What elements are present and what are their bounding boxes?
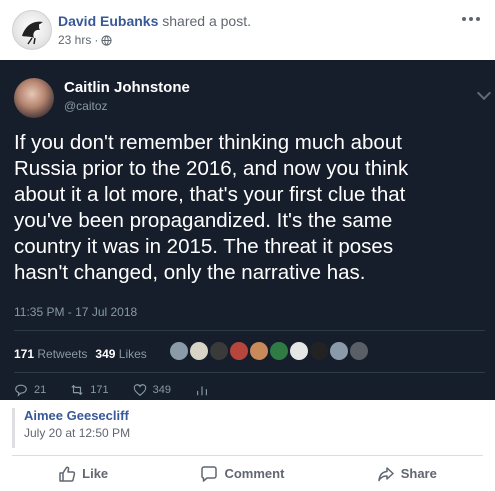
tweet-analytics-action: [195, 383, 209, 397]
liker-avatar: [188, 340, 210, 362]
reply-icon: [15, 384, 27, 397]
more-dots-icon[interactable]: [461, 6, 481, 27]
tweet-reply-action: 21: [14, 383, 46, 397]
thumbs-up-icon: [59, 466, 76, 482]
tweet-retweet-action: 171: [70, 383, 109, 397]
like-count: 349: [152, 384, 171, 396]
tweet-author-handle: @caitoz: [64, 99, 108, 113]
heart-icon: [133, 384, 146, 396]
liker-avatar: [168, 340, 190, 362]
share-button[interactable]: Share: [365, 459, 449, 489]
share-button-label: Share: [400, 466, 437, 481]
tweet-text: If you don't remember thinking much abou…: [14, 131, 409, 284]
post-time[interactable]: 23 hrs: [58, 33, 91, 47]
reply-count: 21: [34, 384, 47, 396]
tweet-image[interactable]: Caitlin Johnstone @caitoz If you don't r…: [0, 60, 495, 400]
liker-avatar: [248, 340, 270, 362]
author-name-link[interactable]: David Eubanks: [58, 13, 158, 29]
author-avatar[interactable]: [12, 10, 52, 50]
retweet-count: 171: [90, 384, 109, 396]
share-arrow-icon: [377, 466, 394, 481]
liker-avatar: [348, 340, 370, 362]
liker-avatar: [308, 340, 330, 362]
meta-separator: ·: [94, 33, 99, 47]
like-button-label: Like: [82, 466, 109, 481]
retweets-stat: 171 Retweets: [14, 347, 88, 361]
source-date-link[interactable]: July 20 at 12:50 PM: [24, 426, 483, 440]
tweet-divider: [14, 330, 485, 331]
post-meta: 23 hrs ·: [58, 33, 112, 47]
post-header: David Eubanks shared a post. 23 hrs ·: [0, 0, 495, 60]
liker-avatar: [328, 340, 350, 362]
post-action-text: shared a post.: [162, 13, 251, 29]
comment-button-label: Comment: [224, 466, 285, 481]
liker-avatar: [268, 340, 290, 362]
post-title-line: David Eubanks shared a post.: [58, 13, 251, 29]
like-button[interactable]: Like: [46, 459, 120, 489]
tweet-engagement-stats: 171 Retweets 349 Likes: [14, 347, 147, 361]
globe-icon[interactable]: [101, 34, 112, 46]
raven-icon: [22, 21, 43, 45]
tweet-like-action: 349: [133, 383, 171, 397]
tweet-actions: 21 171 349: [14, 383, 209, 397]
analytics-icon: [197, 386, 207, 396]
liker-avatar: [228, 340, 250, 362]
tweet-timestamp: 11:35 PM - 17 Jul 2018: [14, 305, 138, 319]
liker-avatar: [288, 340, 310, 362]
source-author-link[interactable]: Aimee Geesecliff: [24, 408, 483, 423]
chevron-down-icon: [476, 85, 492, 101]
retweet-icon: [71, 384, 83, 396]
liker-avatar: [208, 340, 230, 362]
tweet-author-name: Caitlin Johnstone: [64, 79, 190, 96]
shared-source: Aimee Geesecliff July 20 at 12:50 PM: [12, 408, 483, 448]
liker-avatars: [168, 340, 370, 364]
post-action-bar: Like Comment Share: [12, 455, 483, 491]
tweet-divider: [14, 372, 485, 373]
likes-stat: 349 Likes: [95, 347, 147, 361]
tweet-author-avatar: [14, 78, 54, 118]
comment-icon: [201, 465, 218, 482]
comment-button[interactable]: Comment: [188, 459, 296, 489]
